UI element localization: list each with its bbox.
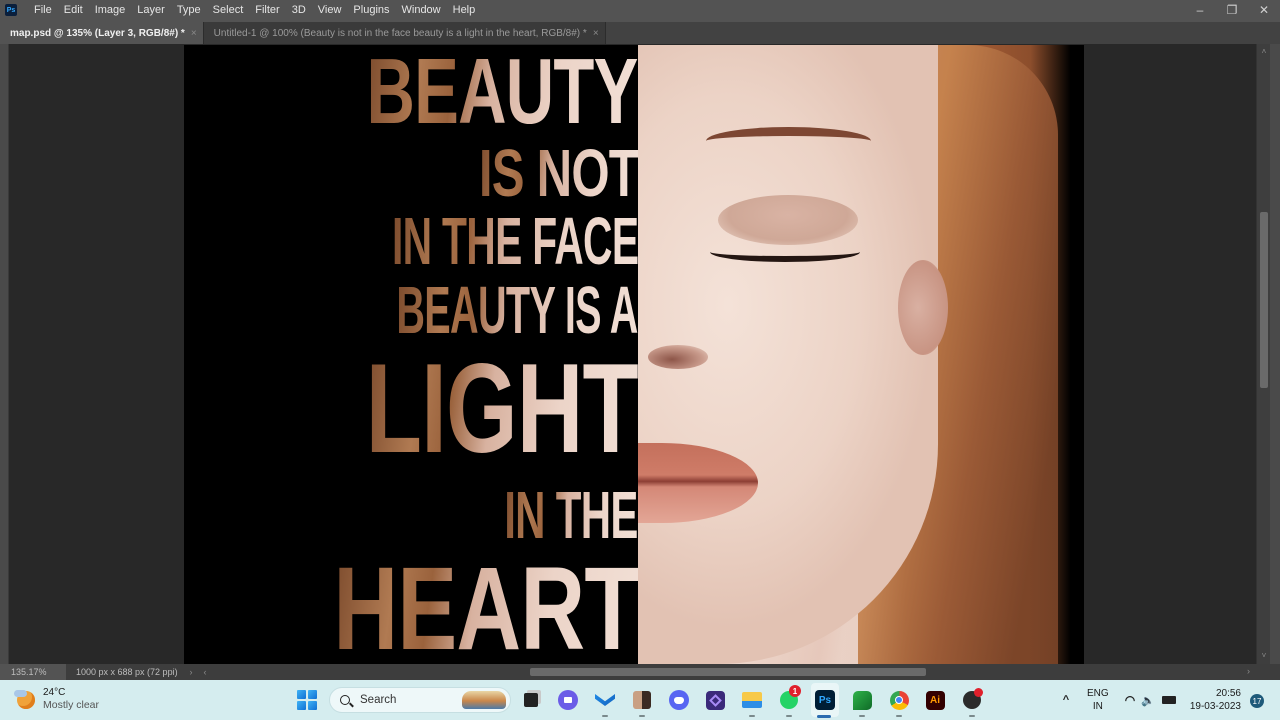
illustrator-icon[interactable]: Ai: [924, 689, 946, 711]
evernote-icon[interactable]: [851, 689, 873, 711]
ear: [898, 260, 948, 355]
portrait-photo: [638, 45, 1084, 664]
chrome-icon[interactable]: [888, 689, 910, 711]
minimize-button[interactable]: –: [1184, 0, 1216, 20]
horizontal-scrollbar[interactable]: ›: [400, 664, 1256, 680]
scroll-up-icon[interactable]: ˄: [1257, 46, 1271, 58]
obs-badge: [974, 688, 983, 697]
text-portrait-art: BEAUTY IS NOT IN THE FACE BEAUTY IS A LI…: [184, 45, 639, 664]
art-line-heart: HEART: [333, 550, 639, 664]
running-indicator: [969, 715, 975, 717]
system-clock[interactable]: 20:56 19-03-2023: [1190, 687, 1241, 713]
vertical-scrollbar[interactable]: ˄ ˅: [1256, 44, 1270, 664]
task-view-icon[interactable]: [520, 689, 542, 711]
menu-help[interactable]: Help: [447, 0, 482, 20]
scroll-down-icon[interactable]: ˅: [1257, 650, 1271, 662]
weather-description: Mostly clear: [43, 699, 100, 711]
running-indicator: [749, 715, 755, 717]
input-language[interactable]: ENG IN: [1087, 687, 1109, 713]
window-controls: – ❐ ✕: [1184, 0, 1280, 20]
running-indicator: [859, 715, 865, 717]
running-indicator: [602, 715, 608, 717]
menu-bar: Ps File Edit Image Layer Type Select Fil…: [0, 0, 1280, 20]
weather-temperature: 24°C: [43, 687, 66, 698]
windows-taskbar: 24°C Mostly clear Search 1 Ps Ai ^ ENG I…: [0, 680, 1280, 720]
blue-app-icon[interactable]: [594, 689, 616, 711]
volume-icon[interactable]: 🔈: [1137, 689, 1159, 711]
menu-3d[interactable]: 3D: [286, 0, 312, 20]
menu-window[interactable]: Window: [396, 0, 447, 20]
file-explorer-icon[interactable]: [741, 689, 763, 711]
menu-image[interactable]: Image: [89, 0, 132, 20]
tab-label: Untitled-1 @ 100% (Beauty is not in the …: [213, 27, 587, 39]
clock-time: 20:56: [1215, 688, 1241, 699]
menu-filter[interactable]: Filter: [249, 0, 285, 20]
weather-moon-cloud-icon: [14, 688, 36, 710]
photos-app-icon[interactable]: [631, 689, 653, 711]
tray-overflow-chevron-icon[interactable]: ^: [1055, 689, 1077, 711]
zoom-level[interactable]: 135.17%: [0, 664, 66, 680]
clock-date: 19-03-2023: [1189, 701, 1241, 712]
search-highlight-bridge-icon: [462, 691, 506, 709]
running-indicator: [896, 715, 902, 717]
typography-half: BEAUTY IS NOT IN THE FACE BEAUTY IS A LI…: [184, 45, 639, 664]
vertical-scroll-thumb[interactable]: [1260, 212, 1268, 388]
running-indicator: [786, 715, 792, 717]
close-window-button[interactable]: ✕: [1248, 0, 1280, 20]
panel-edge: [1270, 44, 1280, 664]
menu-type[interactable]: Type: [171, 0, 207, 20]
menu-view[interactable]: View: [312, 0, 348, 20]
eyebrow: [706, 127, 871, 155]
horizontal-scroll-thumb[interactable]: [530, 668, 926, 676]
menu-layer[interactable]: Layer: [131, 0, 171, 20]
art-line-is-not: IS NOT: [478, 135, 639, 211]
weather-widget[interactable]: 24°C Mostly clear: [14, 686, 99, 712]
document-tab-bar: map.psd @ 135% (Layer 3, RGB/8#) * × Unt…: [0, 22, 1280, 44]
art-line-light: LIGHT: [365, 337, 639, 480]
start-button[interactable]: [297, 690, 317, 710]
discord-icon[interactable]: [668, 689, 690, 711]
taskbar-search[interactable]: Search: [329, 687, 511, 713]
scroll-left-icon[interactable]: ‹: [198, 667, 212, 677]
toolbar-edge: [0, 44, 9, 664]
close-tab-icon[interactable]: ×: [593, 28, 599, 39]
eyelashes: [710, 242, 860, 262]
tab-map-psd[interactable]: map.psd @ 135% (Layer 3, RGB/8#) * ×: [0, 22, 204, 44]
menu-plugins[interactable]: Plugins: [347, 0, 395, 20]
whatsapp-badge: 1: [789, 685, 801, 697]
document-canvas[interactable]: BEAUTY IS NOT IN THE FACE BEAUTY IS A LI…: [184, 45, 1084, 664]
menu-edit[interactable]: Edit: [58, 0, 89, 20]
tab-untitled-1[interactable]: Untitled-1 @ 100% (Beauty is not in the …: [203, 22, 606, 44]
menu-file[interactable]: File: [28, 0, 58, 20]
art-line-beauty-is-a: BEAUTY IS A: [396, 272, 639, 348]
battery-plugged-icon[interactable]: [1158, 689, 1180, 711]
status-menu-arrow-icon[interactable]: ›: [184, 667, 198, 677]
search-icon: [340, 695, 350, 705]
document-dimensions[interactable]: 1000 px x 688 px (72 ppi): [66, 667, 184, 677]
menu-select[interactable]: Select: [207, 0, 250, 20]
search-placeholder: Search: [360, 694, 397, 706]
nose: [648, 345, 708, 369]
tab-label: map.psd @ 135% (Layer 3, RGB/8#) *: [10, 27, 185, 39]
running-indicator: [639, 715, 645, 717]
photoshop-logo-icon: Ps: [5, 4, 17, 16]
notification-count-badge[interactable]: 17: [1250, 694, 1264, 708]
meet-app-icon[interactable]: [557, 689, 579, 711]
visual-studio-icon[interactable]: [704, 689, 726, 711]
eyelid: [718, 195, 858, 245]
art-line-in-the-face: IN THE FACE: [391, 203, 639, 279]
active-app-indicator: [817, 715, 831, 718]
art-line-in-the: IN THE: [504, 477, 639, 553]
art-line-beauty: BEAUTY: [366, 45, 639, 144]
scroll-right-icon[interactable]: ›: [1247, 666, 1250, 676]
close-tab-icon[interactable]: ×: [191, 28, 197, 39]
photoshop-taskbar-icon[interactable]: Ps: [814, 689, 836, 711]
restore-button[interactable]: ❐: [1216, 0, 1248, 20]
